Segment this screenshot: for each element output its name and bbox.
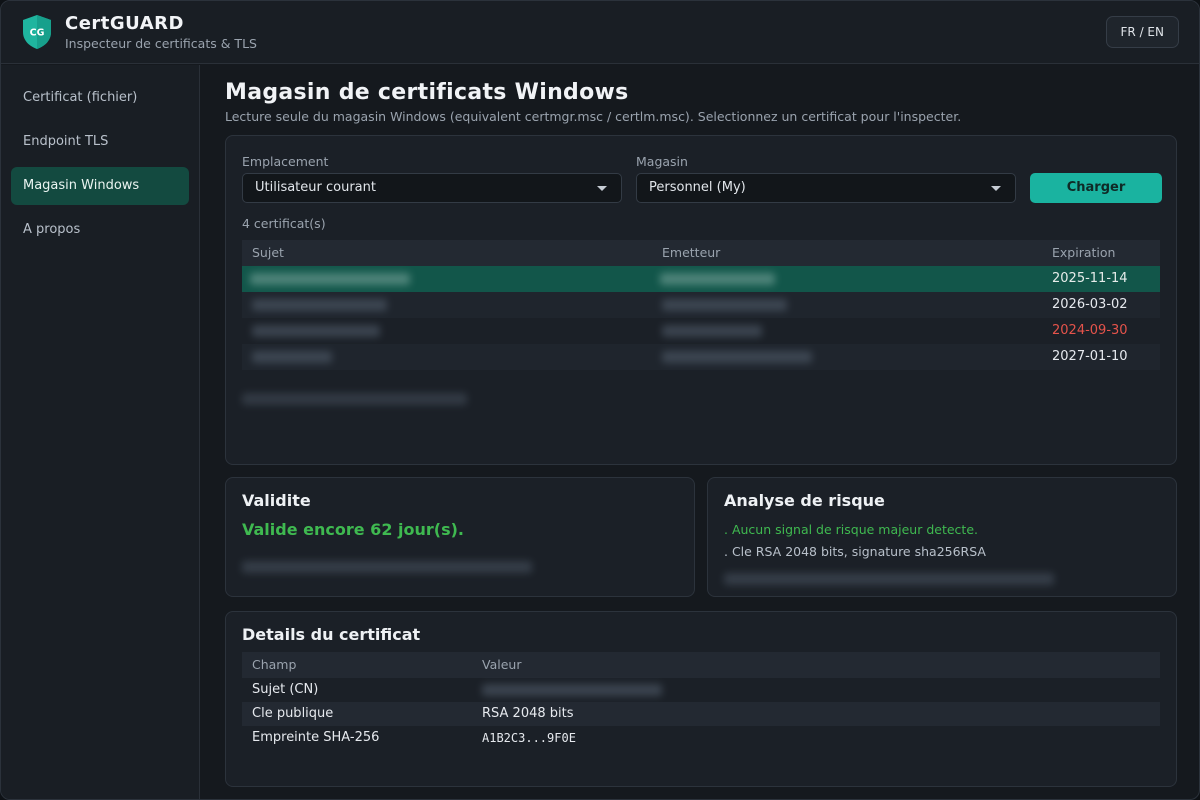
expiration-cell: 2024-09-30 xyxy=(1052,323,1128,338)
subject-cell xyxy=(250,266,410,292)
chevron-down-icon xyxy=(991,186,1001,191)
certificate-count: 4 certificat(s) xyxy=(242,216,326,231)
app-window: CG CertGUARD Inspecteur de certificats &… xyxy=(0,0,1200,800)
sidebar: Certificat (fichier) Endpoint TLS Magasi… xyxy=(1,65,200,799)
redacted-validity-dates xyxy=(242,556,532,575)
sidebar-item-windows-store[interactable]: Magasin Windows xyxy=(11,167,189,205)
app-header: CG CertGUARD Inspecteur de certificats &… xyxy=(1,1,1199,64)
store-select[interactable]: Personnel (My) xyxy=(636,173,1016,203)
store-select-value: Personnel (My) xyxy=(649,180,746,195)
certificate-row[interactable]: 2024-09-30 xyxy=(242,318,1160,344)
column-subject: Sujet xyxy=(252,245,284,260)
risk-line-ok: . Aucun signal de risque majeur detecte. xyxy=(724,522,978,537)
field-name: Sujet (CN) xyxy=(252,682,319,697)
brand: CertGUARD Inspecteur de certificats & TL… xyxy=(65,13,257,51)
app-subtitle: Inspecteur de certificats & TLS xyxy=(65,36,257,51)
certificates-table-header: Sujet Emetteur Expiration xyxy=(242,240,1160,266)
certificate-details-card: Details du certificat Champ Valeur Sujet… xyxy=(225,611,1177,787)
app-name: CertGUARD xyxy=(65,13,184,34)
certificate-row[interactable]: 2027-01-10 xyxy=(242,344,1160,370)
issuer-cell xyxy=(662,318,762,344)
issuer-cell xyxy=(662,344,812,370)
redacted-footnote xyxy=(242,388,467,407)
load-button[interactable]: Charger xyxy=(1030,173,1162,203)
details-row-subject: Sujet (CN) xyxy=(242,678,1160,702)
field-value: RSA 2048 bits xyxy=(482,706,574,721)
field-name: Cle publique xyxy=(252,706,334,721)
location-label: Emplacement xyxy=(242,154,329,169)
chevron-down-icon xyxy=(597,186,607,191)
field-value-redacted xyxy=(482,678,662,702)
column-value: Valeur xyxy=(482,657,522,672)
language-toggle-button[interactable]: FR / EN xyxy=(1105,16,1179,48)
sidebar-item-certificate-file[interactable]: Certificat (fichier) xyxy=(11,79,189,117)
validity-title: Validite xyxy=(242,491,311,510)
details-row-public-key: Cle publique RSA 2048 bits xyxy=(242,702,1160,726)
risk-title: Analyse de risque xyxy=(724,491,885,510)
expiration-cell: 2025-11-14 xyxy=(1052,271,1128,286)
redacted-risk-line xyxy=(724,568,1054,587)
risk-analysis-card: Analyse de risque . Aucun signal de risq… xyxy=(707,477,1177,597)
issuer-cell xyxy=(662,292,787,318)
page-title: Magasin de certificats Windows xyxy=(225,80,629,105)
expiration-cell: 2027-01-10 xyxy=(1052,349,1128,364)
expiration-cell: 2026-03-02 xyxy=(1052,297,1128,312)
subject-cell xyxy=(252,292,387,318)
store-card: Emplacement Utilisateur courant Magasin … xyxy=(225,135,1177,465)
details-title: Details du certificat xyxy=(242,625,421,644)
subject-cell xyxy=(252,344,332,370)
column-expiration: Expiration xyxy=(1052,245,1116,260)
risk-line-key: . Cle RSA 2048 bits, signature sha256RSA xyxy=(724,544,986,559)
validity-card: Validite Valide encore 62 jour(s). xyxy=(225,477,695,597)
sidebar-item-tls-endpoint[interactable]: Endpoint TLS xyxy=(11,123,189,161)
main-content: Magasin de certificats Windows Lecture s… xyxy=(225,65,1177,787)
page-subtitle: Lecture seule du magasin Windows (equiva… xyxy=(225,109,962,124)
subject-cell xyxy=(252,318,380,344)
shield-logo-icon: CG xyxy=(23,15,51,49)
column-field: Champ xyxy=(252,657,297,672)
validity-status: Valide encore 62 jour(s). xyxy=(242,520,464,539)
certificate-row[interactable]: 2025-11-14 xyxy=(242,266,1160,292)
sidebar-item-about[interactable]: A propos xyxy=(11,211,189,249)
issuer-cell xyxy=(660,266,775,292)
details-table-header: Champ Valeur xyxy=(242,652,1160,678)
location-select[interactable]: Utilisateur courant xyxy=(242,173,622,203)
store-label: Magasin xyxy=(636,154,688,169)
svg-text:CG: CG xyxy=(30,28,45,39)
column-issuer: Emetteur xyxy=(662,245,721,260)
field-name: Empreinte SHA-256 xyxy=(252,730,380,745)
field-value: A1B2C3...9F0E xyxy=(482,731,576,745)
certificate-row[interactable]: 2026-03-02 xyxy=(242,292,1160,318)
details-row-fingerprint: Empreinte SHA-256 A1B2C3...9F0E xyxy=(242,726,1160,750)
location-select-value: Utilisateur courant xyxy=(255,180,376,195)
